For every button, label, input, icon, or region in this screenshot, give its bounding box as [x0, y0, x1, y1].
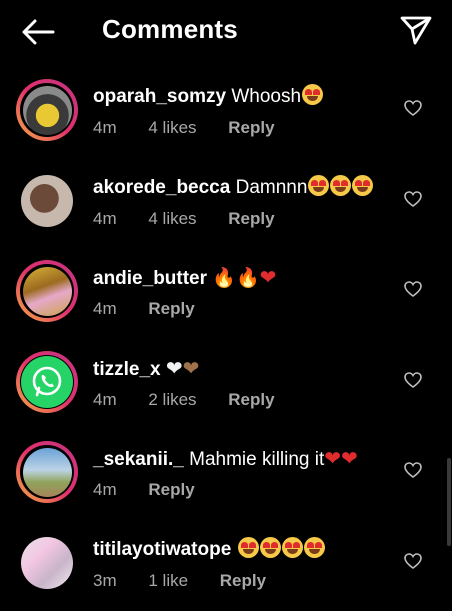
- white-heart-emoji-icon: ❤: [166, 356, 183, 380]
- comment-likes[interactable]: 4 likes: [148, 118, 196, 137]
- red-heart-emoji-icon: ❤: [324, 446, 341, 470]
- comment-time: 4m: [93, 299, 117, 318]
- like-comment-button[interactable]: [402, 278, 424, 300]
- like-comment-button[interactable]: [402, 97, 424, 119]
- like-comment-button[interactable]: [402, 369, 424, 391]
- story-ring[interactable]: [16, 351, 78, 413]
- comment-meta: 3m 1 like Reply: [93, 571, 293, 591]
- reply-button[interactable]: Reply: [228, 118, 274, 137]
- comment-item: tizzle_x ❤❤ 4m 2 likes Reply: [0, 340, 452, 431]
- heart-outline-icon: [404, 553, 422, 569]
- scrollbar[interactable]: [447, 458, 451, 546]
- fire-emoji-icon: 🔥: [236, 266, 260, 289]
- heart-outline-icon: [404, 281, 422, 297]
- story-ring[interactable]: [16, 79, 78, 141]
- reply-button[interactable]: Reply: [220, 571, 266, 590]
- comment-time: 3m: [93, 571, 117, 590]
- heart-eyes-emoji-icon: [308, 175, 329, 196]
- like-comment-button[interactable]: [402, 188, 424, 210]
- brown-heart-emoji-icon: ❤: [183, 356, 200, 380]
- comment-item: akorede_becca Damnnn 4m 4 likes Reply: [0, 159, 452, 250]
- comment-time: 4m: [93, 118, 117, 137]
- avatar: [23, 267, 72, 316]
- story-ring[interactable]: [16, 441, 78, 503]
- red-heart-emoji-icon: ❤: [260, 265, 277, 289]
- comment-item: titilayotiwatope 3m 1 like Reply: [0, 521, 452, 611]
- comment-time: 4m: [93, 480, 117, 499]
- heart-eyes-emoji-icon: [238, 537, 259, 558]
- avatar-container[interactable]: [16, 170, 78, 232]
- fire-emoji-icon: 🔥: [212, 266, 236, 289]
- heart-outline-icon: [404, 100, 422, 116]
- red-heart-emoji-icon: ❤: [341, 446, 358, 470]
- comment-username[interactable]: titilayotiwatope: [93, 539, 231, 560]
- share-button[interactable]: [398, 12, 434, 48]
- heart-eyes-emoji-icon: [352, 175, 373, 196]
- heart-eyes-emoji-icon: [304, 537, 325, 558]
- arrow-left-icon: [21, 19, 55, 45]
- comment-username[interactable]: tizzle_x: [93, 359, 161, 380]
- heart-eyes-emoji-icon: [330, 175, 351, 196]
- reply-button[interactable]: Reply: [148, 480, 194, 499]
- comment-meta: 4m 2 likes Reply: [93, 390, 302, 410]
- paper-plane-icon: [400, 15, 432, 45]
- avatar: [23, 86, 72, 135]
- heart-eyes-emoji-icon: [302, 84, 323, 105]
- like-comment-button[interactable]: [402, 550, 424, 572]
- comments-list: oparah_somzy Whoosh 4m 4 likes Reply ako…: [0, 68, 452, 611]
- comment-item: _sekanii._ Mahmie killing it❤❤ 4m Reply: [0, 430, 452, 521]
- heart-outline-icon: [404, 462, 422, 478]
- avatar-container[interactable]: [16, 532, 78, 594]
- heart-outline-icon: [404, 372, 422, 388]
- comment-time: 4m: [93, 209, 117, 228]
- back-button[interactable]: [18, 14, 58, 50]
- reply-button[interactable]: Reply: [228, 209, 274, 228]
- comment-body: Damnnn: [236, 177, 308, 198]
- whatsapp-icon: [29, 364, 65, 400]
- comment-username[interactable]: akorede_becca: [93, 177, 230, 198]
- comment-username[interactable]: oparah_somzy: [93, 86, 226, 107]
- comment-meta: 4m 4 likes Reply: [93, 209, 302, 229]
- comment-likes[interactable]: 2 likes: [148, 390, 196, 409]
- comment-username[interactable]: _sekanii._: [93, 449, 184, 470]
- reply-button[interactable]: Reply: [228, 390, 274, 409]
- story-ring[interactable]: [16, 260, 78, 322]
- reply-button[interactable]: Reply: [148, 299, 194, 318]
- comment-meta: 4m Reply: [93, 480, 222, 500]
- avatar: [21, 537, 73, 589]
- header-bar: Comments: [0, 0, 452, 62]
- comment-time: 4m: [93, 390, 117, 409]
- like-comment-button[interactable]: [402, 459, 424, 481]
- heart-outline-icon: [404, 191, 422, 207]
- heart-eyes-emoji-icon: [260, 537, 281, 558]
- comment-item: oparah_somzy Whoosh 4m 4 likes Reply: [0, 68, 452, 159]
- comment-meta: 4m Reply: [93, 299, 222, 319]
- comment-body: Mahmie killing it: [189, 449, 324, 470]
- avatar: [21, 356, 73, 408]
- comment-meta: 4m 4 likes Reply: [93, 118, 302, 138]
- page-title: Comments: [102, 14, 238, 45]
- comment-likes[interactable]: 1 like: [148, 571, 188, 590]
- comment-username[interactable]: andie_butter: [93, 268, 207, 289]
- comment-body: Whoosh: [231, 86, 301, 107]
- heart-eyes-emoji-icon: [282, 537, 303, 558]
- avatar: [21, 175, 73, 227]
- comment-item: andie_butter 🔥🔥❤ 4m Reply: [0, 249, 452, 340]
- comment-likes[interactable]: 4 likes: [148, 209, 196, 228]
- avatar: [23, 448, 72, 497]
